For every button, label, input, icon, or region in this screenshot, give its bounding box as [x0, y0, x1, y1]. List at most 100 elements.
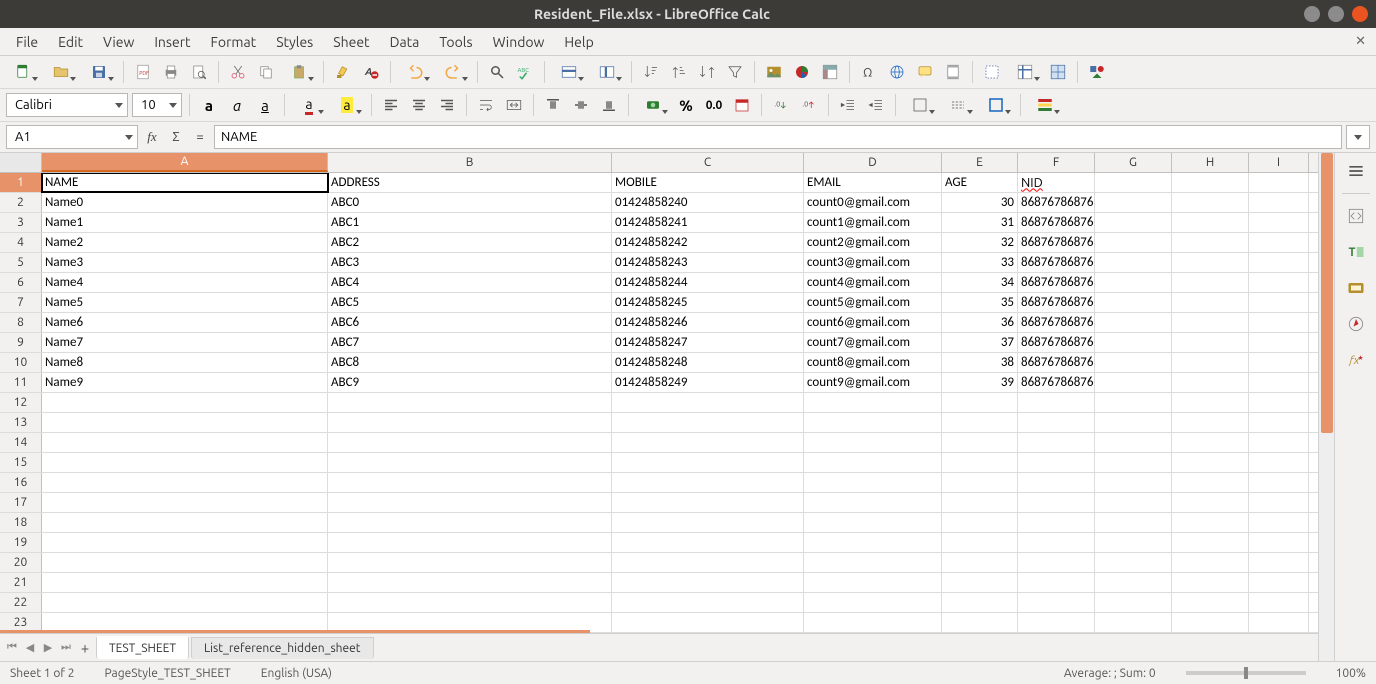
menu-styles[interactable]: Styles [266, 30, 323, 54]
row-header[interactable]: 14 [0, 433, 42, 452]
cell[interactable] [1095, 193, 1172, 212]
underline-button[interactable]: a [253, 93, 277, 117]
cell[interactable]: EMAIL [804, 173, 942, 192]
cell[interactable] [328, 513, 612, 532]
cell[interactable] [612, 433, 804, 452]
cell[interactable] [1172, 173, 1249, 192]
menu-help[interactable]: Help [554, 30, 603, 54]
cell[interactable] [1018, 533, 1095, 552]
row-header[interactable]: 2 [0, 193, 42, 212]
decrease-indent-button[interactable] [864, 93, 888, 117]
insert-chart-button[interactable] [790, 60, 814, 84]
highlight-color-button[interactable]: a [330, 93, 364, 117]
cell[interactable] [1249, 233, 1309, 252]
row-header[interactable]: 12 [0, 393, 42, 412]
cell[interactable] [1172, 433, 1249, 452]
cell[interactable] [328, 573, 612, 592]
cell[interactable] [42, 473, 328, 492]
minimize-button[interactable] [1304, 6, 1320, 22]
row-header[interactable]: 9 [0, 333, 42, 352]
cell[interactable]: count2@gmail.com [804, 233, 942, 252]
cell[interactable] [1095, 453, 1172, 472]
cell[interactable] [1095, 353, 1172, 372]
cell[interactable]: 86876786876879 [1018, 373, 1095, 392]
cell[interactable]: NAME [42, 173, 328, 192]
spreadsheet-grid[interactable]: A B C D E F G H I 1 NAME ADDRESS MOBILE … [0, 153, 1318, 661]
cell[interactable] [328, 493, 612, 512]
vertical-scrollbar[interactable] [1318, 153, 1334, 661]
sheet-tab[interactable]: List_reference_hidden_sheet [191, 637, 373, 659]
cell[interactable]: 33 [942, 253, 1018, 272]
cell[interactable] [328, 553, 612, 572]
function-button[interactable]: = [190, 127, 210, 147]
cell[interactable] [1172, 353, 1249, 372]
cell[interactable] [804, 413, 942, 432]
cell[interactable]: 86876786876870 [1018, 193, 1095, 212]
zoom-value[interactable]: 100% [1336, 667, 1366, 680]
prev-sheet-button[interactable]: ◀ [22, 640, 38, 656]
cell[interactable] [804, 553, 942, 572]
cell[interactable] [1249, 413, 1309, 432]
cell[interactable] [1018, 413, 1095, 432]
cell[interactable] [1095, 373, 1172, 392]
cell[interactable] [942, 393, 1018, 412]
cell[interactable] [1018, 573, 1095, 592]
cell[interactable] [328, 453, 612, 472]
cell[interactable] [1249, 173, 1309, 192]
column-header-e[interactable]: E [942, 153, 1018, 172]
cell[interactable] [1172, 613, 1249, 632]
cell[interactable]: 01424858243 [612, 253, 804, 272]
cell[interactable] [804, 573, 942, 592]
cell[interactable] [42, 433, 328, 452]
font-color-button[interactable]: a [292, 93, 326, 117]
row-header[interactable]: 8 [0, 313, 42, 332]
cell[interactable] [1249, 493, 1309, 512]
define-print-area-button[interactable] [980, 60, 1004, 84]
find-replace-button[interactable] [485, 60, 509, 84]
cell[interactable] [1172, 273, 1249, 292]
gallery-icon[interactable] [1342, 274, 1370, 302]
cell[interactable] [1172, 573, 1249, 592]
column-button[interactable] [590, 60, 624, 84]
add-decimal-button[interactable]: .0 [769, 93, 793, 117]
close-button[interactable] [1352, 6, 1368, 22]
menu-insert[interactable]: Insert [144, 30, 200, 54]
cell[interactable]: 86876786876875 [1018, 293, 1095, 312]
currency-button[interactable] [636, 93, 670, 117]
cell[interactable]: Name2 [42, 233, 328, 252]
cell[interactable]: 01424858240 [612, 193, 804, 212]
align-center-button[interactable] [407, 93, 431, 117]
increase-indent-button[interactable] [836, 93, 860, 117]
select-all-corner[interactable] [0, 153, 42, 172]
cell[interactable] [804, 393, 942, 412]
column-header-c[interactable]: C [612, 153, 804, 172]
menu-edit[interactable]: Edit [48, 30, 93, 54]
copy-button[interactable] [254, 60, 278, 84]
cell[interactable] [1172, 473, 1249, 492]
menu-file[interactable]: File [6, 30, 48, 54]
functions-icon[interactable]: fx★ [1342, 346, 1370, 374]
cell[interactable]: 31 [942, 213, 1018, 232]
cut-button[interactable] [226, 60, 250, 84]
show-draw-functions-button[interactable] [1085, 60, 1109, 84]
cell[interactable] [1018, 593, 1095, 612]
print-button[interactable] [159, 60, 183, 84]
cell[interactable] [942, 513, 1018, 532]
next-sheet-button[interactable]: ▶ [40, 640, 56, 656]
cell[interactable] [42, 593, 328, 612]
cell[interactable] [1095, 593, 1172, 612]
cell[interactable]: count7@gmail.com [804, 333, 942, 352]
paste-button[interactable] [282, 60, 316, 84]
name-box[interactable]: A1 [6, 125, 138, 149]
cell[interactable]: 01424858245 [612, 293, 804, 312]
cell[interactable] [942, 593, 1018, 612]
cell[interactable] [1249, 353, 1309, 372]
sort-desc-button[interactable] [667, 60, 691, 84]
row-header[interactable]: 5 [0, 253, 42, 272]
cell[interactable]: count4@gmail.com [804, 273, 942, 292]
cell[interactable] [1095, 493, 1172, 512]
cell[interactable] [328, 413, 612, 432]
cell[interactable]: 37 [942, 333, 1018, 352]
cell[interactable]: NID [1018, 173, 1095, 192]
last-sheet-button[interactable]: ⏭ [58, 640, 74, 656]
